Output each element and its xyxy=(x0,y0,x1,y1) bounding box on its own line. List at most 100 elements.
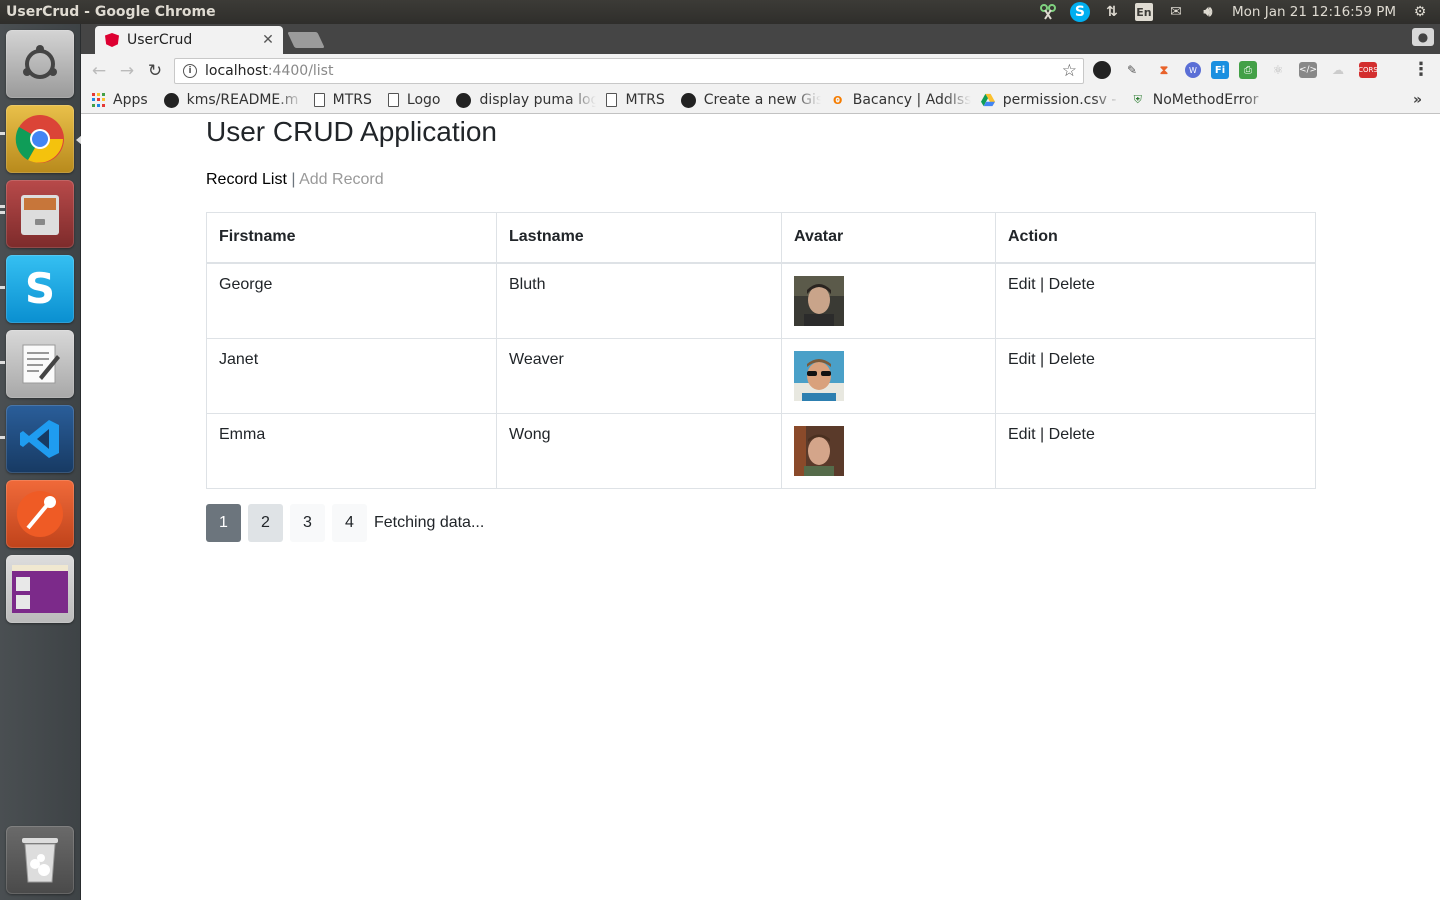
extension-ghost-icon[interactable]: ☁ xyxy=(1327,60,1349,80)
extension-feather-icon[interactable]: ✎ xyxy=(1121,60,1143,80)
bookmark-kms-readme[interactable]: kms/README.m xyxy=(163,87,304,114)
top-panel: UserCrud - Google Chrome S ⇅ En ✉ 🔊︎ Mon… xyxy=(0,0,1440,24)
github-icon xyxy=(456,92,472,108)
delete-link[interactable]: Delete xyxy=(1049,276,1095,293)
close-tab-icon[interactable]: ✕ xyxy=(261,32,275,48)
lastname-cell: Bluth xyxy=(496,262,782,339)
lastname-cell: Weaver xyxy=(496,337,782,414)
keyboard-layout-indicator[interactable]: En xyxy=(1128,0,1160,24)
avatar xyxy=(794,425,844,476)
avatar-cell xyxy=(781,337,996,414)
doc-icon xyxy=(387,93,399,107)
bookmark-apps[interactable]: Apps xyxy=(91,87,154,114)
users-table: Firstname Lastname Avatar Action George … xyxy=(206,212,1316,489)
chrome-launcher-icon[interactable] xyxy=(0,105,82,173)
table-row: Janet Weaver Edit | Delete xyxy=(206,337,1316,414)
mail-icon[interactable]: ✉ xyxy=(1160,0,1192,24)
network-icon[interactable]: ⇅ xyxy=(1096,0,1128,24)
more-bookmarks-chevron-icon[interactable]: » xyxy=(1413,92,1422,108)
workspace-switcher-icon[interactable] xyxy=(6,555,74,623)
extension-react-icon[interactable]: ⚛ xyxy=(1267,60,1289,80)
angular-icon xyxy=(105,33,119,47)
volume-icon[interactable]: 🔊︎ xyxy=(1192,0,1224,24)
bookmark-mtrs-2[interactable]: MTRS xyxy=(606,87,670,114)
delete-link[interactable]: Delete xyxy=(1049,351,1095,368)
clock[interactable]: Mon Jan 21 12:16:59 PM xyxy=(1224,0,1404,24)
edit-link[interactable]: Edit xyxy=(1008,426,1036,443)
avatar-cell xyxy=(781,262,996,339)
delete-link[interactable]: Delete xyxy=(1049,426,1095,443)
page-title: User CRUD Application xyxy=(206,116,497,147)
extension-cors-icon[interactable]: CORS xyxy=(1358,62,1378,78)
bookmark-bacancy[interactable]: ʘ Bacancy | AddIss xyxy=(831,87,971,114)
table-row: George Bluth Edit | Delete xyxy=(206,262,1316,339)
table-row: Emma Wong Edit | Delete xyxy=(206,412,1316,489)
back-arrow-icon[interactable]: ← xyxy=(85,57,113,85)
url-host: localhost xyxy=(205,63,268,79)
firstname-cell: Emma xyxy=(206,412,497,489)
info-icon[interactable]: i xyxy=(183,64,197,78)
postman-launcher-icon[interactable] xyxy=(6,480,74,548)
scissors-icon[interactable] xyxy=(1032,0,1064,24)
chrome-menu-icon[interactable]: ⋮ xyxy=(1412,59,1430,80)
skype-launcher-icon[interactable]: S xyxy=(0,255,74,323)
edit-link[interactable]: Edit xyxy=(1008,276,1036,293)
avatar-cell xyxy=(781,412,996,489)
browser-window: UserCrud ✕ ● ← → ↻ i localhost:4400/list… xyxy=(81,24,1440,900)
page-button-4[interactable]: 4 xyxy=(332,504,367,542)
action-cell: Edit | Delete xyxy=(995,337,1316,414)
profile-icon[interactable]: ● xyxy=(1412,28,1434,46)
bookmark-label: display puma log xyxy=(479,92,597,108)
ubuntu-dash-icon[interactable] xyxy=(6,30,74,98)
extensions-row: ✎ ⧗ W Fi ⎙ ⚛ </> ☁ CORS xyxy=(1093,60,1378,80)
doc-icon xyxy=(606,93,618,107)
page-button-1[interactable]: 1 xyxy=(206,504,241,542)
action-separator: | xyxy=(1040,425,1045,443)
extension-dark-circle-icon[interactable] xyxy=(1093,61,1111,79)
trash-icon[interactable] xyxy=(6,826,74,894)
bookmark-logo[interactable]: Logo xyxy=(387,87,447,114)
skype-tray-icon[interactable]: S xyxy=(1064,0,1096,24)
bookmark-nomethoderror[interactable]: ⛨ NoMethodError xyxy=(1131,87,1271,114)
vscode-launcher-icon[interactable] xyxy=(0,405,74,473)
extension-fi-icon[interactable]: Fi xyxy=(1211,61,1229,79)
google-drive-icon xyxy=(980,93,995,107)
launcher: S xyxy=(0,24,82,900)
page-button-3[interactable]: 3 xyxy=(290,504,325,542)
tab-usercrud[interactable]: UserCrud ✕ xyxy=(95,26,283,54)
address-bar[interactable]: i localhost:4400/list ☆ xyxy=(174,58,1084,84)
tab-strip: UserCrud ✕ ● xyxy=(81,24,1440,54)
add-record-link[interactable]: Add Record xyxy=(299,171,384,188)
settings-gear-icon[interactable]: ⚙ xyxy=(1404,0,1436,24)
github-icon xyxy=(680,92,696,108)
bookmark-label: Bacancy | AddIss xyxy=(852,92,971,108)
bookmark-permission-csv[interactable]: permission.csv - xyxy=(980,87,1121,114)
extension-hourglass-icon[interactable]: ⧗ xyxy=(1153,60,1175,80)
edit-link[interactable]: Edit xyxy=(1008,351,1036,368)
avatar xyxy=(794,350,844,401)
bookmark-label: Logo xyxy=(406,92,441,108)
extension-code-icon[interactable]: </> xyxy=(1299,62,1317,78)
extension-printer-icon[interactable]: ⎙ xyxy=(1239,61,1257,79)
files-launcher-icon[interactable] xyxy=(0,180,74,248)
apps-icon xyxy=(91,93,105,107)
shield-icon: ⛨ xyxy=(1133,93,1142,106)
bookmark-label: Create a new Gis xyxy=(703,92,821,108)
bookmark-display-puma-log[interactable]: display puma log xyxy=(456,87,596,114)
page-button-2[interactable]: 2 xyxy=(248,504,283,542)
text-editor-launcher-icon[interactable] xyxy=(0,330,74,398)
new-tab-button[interactable] xyxy=(287,32,325,48)
svg-text:S: S xyxy=(25,264,55,313)
reload-icon[interactable]: ↻ xyxy=(141,57,169,85)
column-header-lastname: Lastname xyxy=(496,212,782,264)
page-content: User CRUD Application Record List | Add … xyxy=(81,115,1440,900)
bookmark-mtrs[interactable]: MTRS xyxy=(313,87,378,114)
record-list-link[interactable]: Record List xyxy=(206,171,287,188)
bookmark-create-gist[interactable]: Create a new Gis xyxy=(680,87,821,114)
column-header-action: Action xyxy=(995,212,1316,264)
extension-wa-icon[interactable]: W xyxy=(1185,62,1201,78)
forward-arrow-icon[interactable]: → xyxy=(113,57,141,85)
bookmark-label: kms/README.m xyxy=(186,92,299,108)
bookmark-star-icon[interactable]: ☆ xyxy=(1062,61,1077,81)
github-icon xyxy=(163,92,179,108)
